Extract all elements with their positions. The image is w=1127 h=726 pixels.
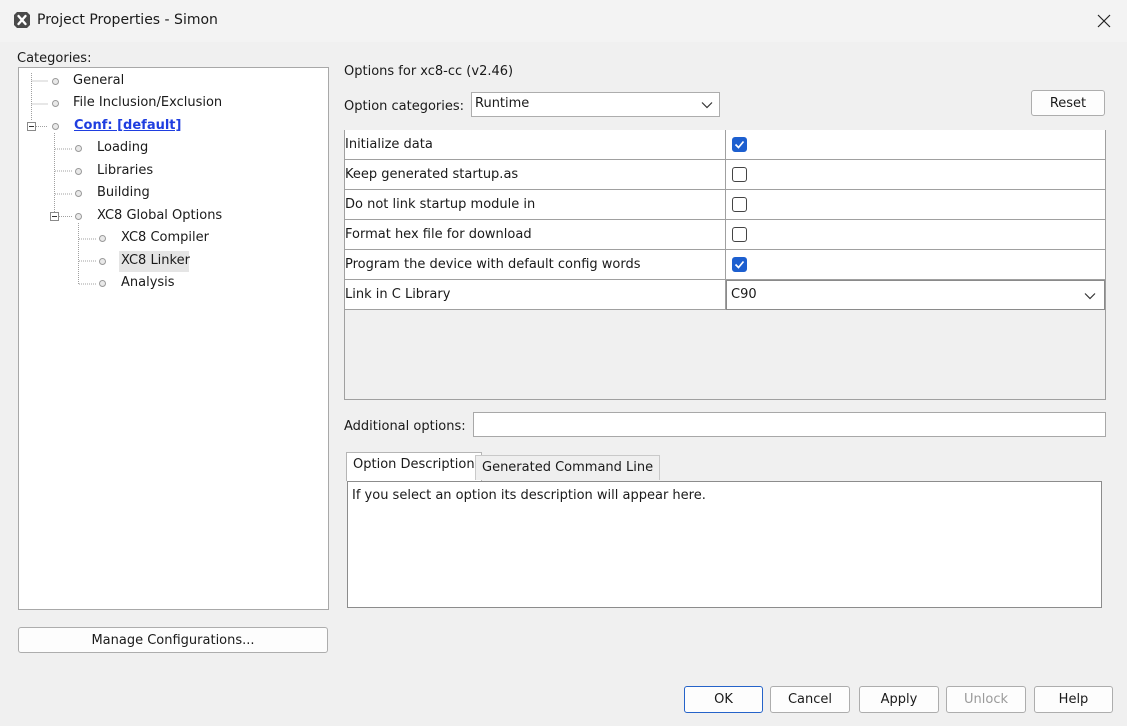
- property-name: Format hex file for download: [345, 220, 726, 250]
- tree-item-label: Building: [97, 185, 150, 200]
- tab-label: Option Description: [353, 457, 475, 472]
- chevron-down-icon[interactable]: [1084, 290, 1096, 302]
- tree-item-label: XC8 Global Options: [97, 208, 223, 223]
- node-bullet-icon: [99, 235, 106, 242]
- property-value: [726, 130, 1105, 160]
- tree-item-label: File Inclusion/Exclusion: [73, 95, 223, 110]
- categories-label: Categories:: [17, 51, 92, 66]
- tab-option-description[interactable]: Option Description: [346, 452, 482, 481]
- node-bullet-icon: [99, 258, 106, 265]
- property-name: Initialize data: [345, 130, 726, 160]
- cancel-button[interactable]: Cancel: [770, 686, 850, 713]
- property-value: [726, 250, 1105, 280]
- ok-label: OK: [714, 692, 733, 707]
- property-value: [726, 160, 1105, 190]
- description-text: If you select an option its description …: [352, 488, 706, 503]
- help-label: Help: [1058, 692, 1089, 707]
- property-name: Do not link startup module in: [345, 190, 726, 220]
- categories-tree[interactable]: General File Inclusion/Exclusion Conf: […: [18, 67, 329, 610]
- close-icon: [1097, 14, 1111, 28]
- description-panel: If you select an option its description …: [347, 481, 1102, 608]
- node-bullet-icon: [99, 280, 106, 287]
- property-value: [726, 190, 1105, 220]
- tree-item-label: Conf: [default]: [74, 118, 182, 133]
- tree-item-label: General: [73, 73, 125, 88]
- tree-item-label: Loading: [97, 140, 149, 155]
- tree-item-label: Libraries: [97, 163, 154, 178]
- property-row[interactable]: Keep generated startup.as: [345, 160, 1105, 190]
- chevron-down-icon: [701, 102, 713, 109]
- node-bullet-icon: [75, 213, 82, 220]
- no-link-startup-checkbox[interactable]: [732, 197, 747, 212]
- window-title: Project Properties - Simon: [37, 12, 218, 28]
- close-button[interactable]: [1081, 0, 1127, 42]
- check-icon: [734, 140, 745, 149]
- manage-configurations-button[interactable]: Manage Configurations...: [18, 627, 328, 653]
- property-name: Program the device with default config w…: [345, 250, 726, 280]
- reset-label: Reset: [1049, 95, 1087, 111]
- tree-lines: [27, 73, 96, 285]
- node-bullet-icon: [52, 123, 59, 130]
- manage-configurations-label: Manage Configurations...: [91, 632, 255, 648]
- tree-item-label: XC8 Linker: [121, 253, 190, 268]
- format-hex-checkbox[interactable]: [732, 227, 747, 242]
- c-library-value: C90: [731, 287, 757, 302]
- keep-startup-checkbox[interactable]: [732, 167, 747, 182]
- x-logo-icon: [14, 12, 30, 28]
- node-bullet-icon: [52, 100, 59, 107]
- reset-button[interactable]: Reset: [1031, 90, 1105, 116]
- property-value: C90: [726, 280, 1105, 310]
- node-bullet-icon: [75, 168, 82, 175]
- cancel-label: Cancel: [787, 692, 833, 707]
- ok-button[interactable]: OK: [684, 686, 763, 713]
- property-name: Keep generated startup.as: [345, 160, 726, 190]
- property-row[interactable]: Do not link startup module in: [345, 190, 1105, 220]
- property-row[interactable]: Format hex file for download: [345, 220, 1105, 250]
- apply-label: Apply: [880, 692, 918, 707]
- option-categories-select[interactable]: Runtime: [471, 92, 720, 117]
- apply-button[interactable]: Apply: [859, 686, 939, 713]
- check-icon: [734, 260, 745, 269]
- tree-item-label: XC8 Compiler: [121, 230, 209, 245]
- option-categories-label: Option categories:: [344, 99, 465, 114]
- tree-item-label: Analysis: [121, 275, 175, 290]
- tab-generated-command-line[interactable]: Generated Command Line: [475, 455, 661, 480]
- property-row[interactable]: Initialize data: [345, 130, 1105, 160]
- property-row[interactable]: Program the device with default config w…: [345, 250, 1105, 280]
- default-config-words-checkbox[interactable]: [732, 257, 747, 272]
- options-header: Options for xc8-cc (v2.46): [344, 64, 514, 79]
- initialize-data-checkbox[interactable]: [732, 137, 747, 152]
- title-bar: Project Properties - Simon: [0, 0, 1127, 42]
- tab-label: Generated Command Line: [482, 460, 654, 475]
- help-button[interactable]: Help: [1034, 686, 1113, 713]
- unlock-label: Unlock: [964, 692, 1008, 707]
- property-value: [726, 220, 1105, 250]
- option-categories-value: Runtime: [475, 96, 530, 111]
- node-bullet-icon: [75, 145, 82, 152]
- property-row[interactable]: Link in C Library C90: [345, 280, 1105, 310]
- node-bullet-icon: [52, 78, 59, 85]
- additional-options-input[interactable]: [473, 412, 1106, 437]
- additional-options-label: Additional options:: [344, 419, 466, 434]
- node-bullet-icon: [75, 190, 82, 197]
- unlock-button[interactable]: Unlock: [946, 686, 1026, 713]
- property-name: Link in C Library: [345, 280, 726, 310]
